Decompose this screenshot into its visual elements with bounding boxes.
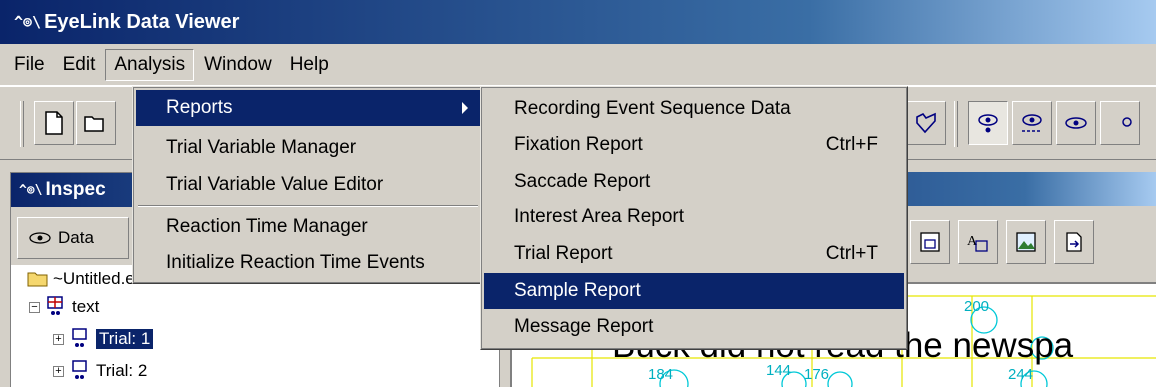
tree-item-trial-1-label: Trial: 1 — [96, 329, 154, 349]
export-page-icon — [1066, 232, 1082, 252]
reports-submenu: Recording Event Sequence Data Fixation R… — [480, 86, 908, 350]
folder-icon — [27, 272, 48, 287]
eye-icon — [1065, 117, 1087, 129]
menu-item-message-report[interactable]: Message Report — [484, 309, 904, 345]
window-title: EyeLink Data Viewer — [44, 10, 240, 33]
menu-item-trial-variable-value-editor[interactable]: Trial Variable Value Editor — [136, 167, 480, 203]
new-document-button[interactable] — [34, 101, 74, 145]
tree-root[interactable]: ~Untitled.ev — [27, 267, 143, 291]
eye-view-button[interactable] — [1056, 101, 1096, 145]
image-grid-icon — [920, 232, 940, 252]
open-folder-icon — [84, 116, 104, 132]
expand-icon[interactable]: + — [53, 365, 64, 377]
menu-file[interactable]: File — [6, 50, 53, 80]
tree-root-label: ~Untitled.ev — [53, 269, 144, 288]
menu-window[interactable]: Window — [196, 50, 280, 80]
shortcut-label: Ctrl+T — [825, 243, 878, 264]
tree-item-trial-2[interactable]: + Trial: 2 — [53, 359, 147, 383]
menu-edit[interactable]: Edit — [55, 50, 104, 80]
menu-item-fixation-report[interactable]: Fixation Report Ctrl+F — [484, 127, 904, 163]
inspector-logo-icon: ^⊚\ — [19, 182, 43, 198]
fixation-duration-label: 144 — [766, 362, 792, 379]
menu-item-initialize-reaction-time-events[interactable]: Initialize Reaction Time Events — [136, 245, 480, 281]
menu-item-label: Saccade Report — [514, 171, 651, 192]
picture-icon — [1016, 232, 1036, 252]
picture-button[interactable] — [1006, 220, 1046, 264]
fixation-duration-label: 184 — [648, 366, 674, 383]
fixation-duration-label: 200 — [964, 298, 990, 315]
menu-item-label: Trial Variable Manager — [166, 137, 357, 158]
expand-icon[interactable]: + — [53, 333, 64, 345]
shortcut-label: Ctrl+F — [825, 134, 878, 155]
menu-bar: File Edit Analysis Window Help — [0, 44, 1156, 86]
tab-data-label: Data — [58, 228, 94, 247]
analysis-menu: Reports Trial Variable Manager Trial Var… — [132, 86, 484, 284]
eye-partial-icon — [1122, 117, 1132, 127]
text-label-button[interactable]: A — [958, 220, 998, 264]
menu-separator — [138, 205, 478, 207]
menu-item-reports-label: Reports — [166, 97, 233, 118]
eyelink-logo-icon: ^⊚\ — [14, 13, 42, 31]
menu-item-label: Sample Report — [514, 280, 641, 301]
trial-icon — [72, 360, 87, 379]
menu-item-label: Reaction Time Manager — [166, 216, 368, 237]
toolbar-grip-2[interactable] — [954, 101, 958, 147]
submenu-arrow-icon — [462, 102, 468, 114]
fixation-view-button[interactable] — [968, 101, 1008, 145]
menu-item-label: Message Report — [514, 316, 654, 337]
menu-item-trial-report[interactable]: Trial Report Ctrl+T — [484, 236, 904, 272]
saccade-view-button[interactable] — [1012, 101, 1052, 145]
menu-item-interest-area-report[interactable]: Interest Area Report — [484, 199, 904, 235]
menu-item-sample-report[interactable]: Sample Report — [484, 273, 904, 309]
toolbar-grip[interactable] — [20, 101, 24, 147]
fixation-duration-label: 176 — [804, 366, 830, 383]
fixation-duration-label: 244 — [1008, 366, 1034, 383]
eye-fixation-icon — [978, 114, 998, 133]
menu-item-saccade-report[interactable]: Saccade Report — [484, 164, 904, 200]
menu-item-reaction-time-manager[interactable]: Reaction Time Manager — [136, 209, 480, 245]
menu-item-label: Initialize Reaction Time Events — [166, 252, 425, 273]
menu-item-recording-event-sequence-data[interactable]: Recording Event Sequence Data — [484, 91, 904, 127]
menu-item-label: Recording Event Sequence Data — [514, 98, 791, 119]
collapse-icon[interactable]: − — [29, 301, 40, 313]
image-button[interactable] — [910, 220, 950, 264]
menu-item-trial-variable-manager[interactable]: Trial Variable Manager — [136, 130, 480, 166]
menu-help[interactable]: Help — [282, 50, 337, 80]
eye-tab-icon — [29, 232, 51, 244]
menu-item-label: Fixation Report — [514, 134, 643, 155]
tab-data[interactable]: Data — [17, 217, 129, 259]
tree-item-trial-2-label: Trial: 2 — [96, 361, 148, 380]
tree-item-trial-1[interactable]: + Trial: 1 — [53, 327, 154, 351]
heart-outline-icon — [916, 112, 936, 134]
trial-icon — [72, 328, 87, 347]
open-folder-button[interactable] — [76, 101, 116, 145]
title-bar: ^⊚\ EyeLink Data Viewer — [0, 0, 1156, 44]
group-icon — [47, 296, 63, 315]
menu-item-label: Trial Report — [514, 243, 613, 264]
tree-group-text[interactable]: − text — [29, 295, 99, 319]
new-document-icon — [45, 111, 63, 135]
menu-item-label: Trial Variable Value Editor — [166, 174, 384, 195]
more-view-button[interactable] — [1100, 101, 1140, 145]
heart-view-button[interactable] — [906, 101, 946, 145]
inspector-title: Inspec — [45, 179, 106, 200]
export-button[interactable] — [1054, 220, 1094, 264]
menu-item-reports[interactable]: Reports — [136, 90, 480, 126]
menu-analysis[interactable]: Analysis — [105, 48, 195, 81]
eye-saccade-icon — [1022, 114, 1042, 132]
menu-item-label: Interest Area Report — [514, 206, 685, 227]
tree-group-label: text — [72, 297, 100, 316]
text-area-icon: A — [967, 234, 988, 252]
